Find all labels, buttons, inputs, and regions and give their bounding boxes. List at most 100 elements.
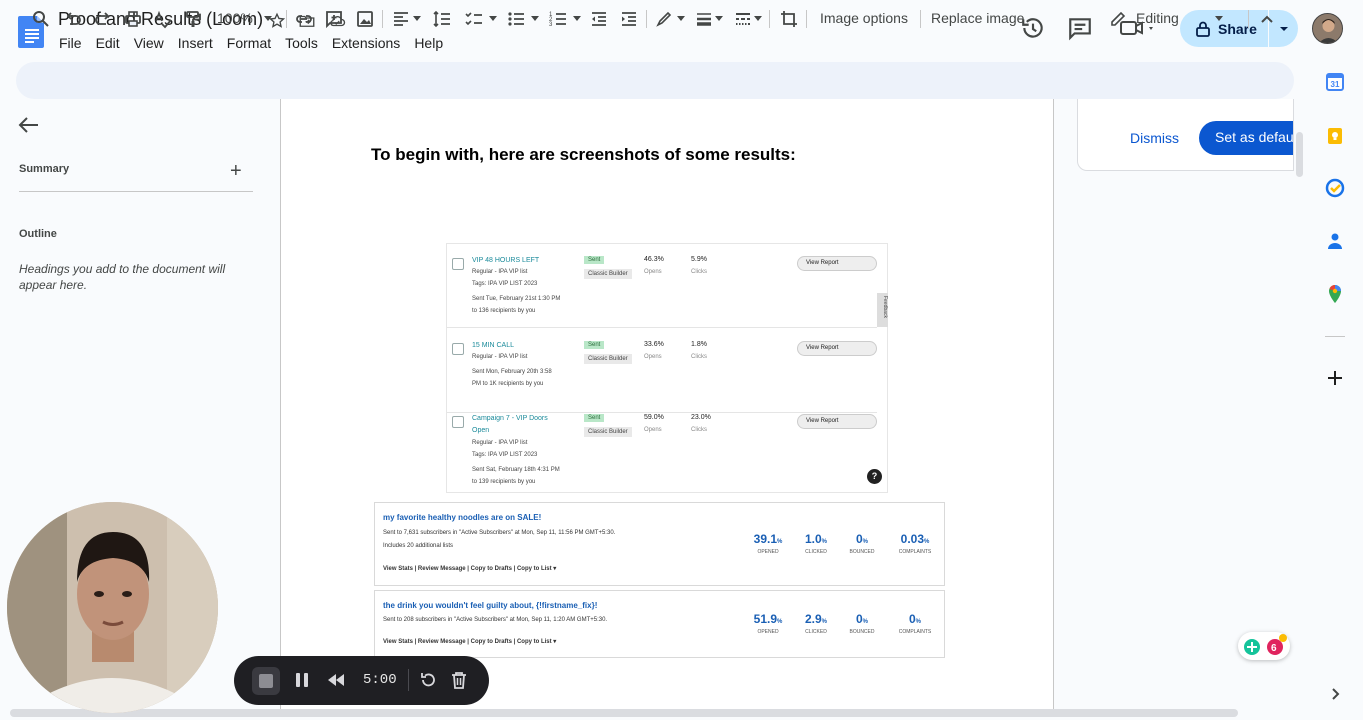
menu-tools[interactable]: Tools [278,33,325,53]
border-dash-icon[interactable] [733,9,753,29]
border-color-caret-icon [677,16,685,21]
increase-indent-icon[interactable] [619,9,639,29]
add-comment-icon[interactable] [324,9,344,29]
menu-format[interactable]: Format [220,33,278,53]
campaign-title: Campaign 7 - VIP Doors [472,415,548,422]
border-color-icon[interactable] [654,9,674,29]
default-style-card: Dismiss Set as default [1077,99,1294,171]
campaign-report-image[interactable]: VIP 48 HOURS LEFT Regular - IPA VIP list… [446,243,888,493]
set-as-default-button[interactable]: Set as default [1199,121,1293,155]
crop-icon[interactable] [779,9,799,29]
horizontal-scrollbar[interactable] [10,709,1238,717]
numbered-list-icon[interactable]: 123 [548,9,568,29]
mail-links: View Stats | Review Message | Copy to Dr… [383,639,557,645]
add-summary-icon[interactable]: + [230,160,242,183]
editing-mode-select[interactable]: Editing [1136,10,1179,26]
toolbar-divider [382,10,383,28]
campaign-title: VIP 48 HOURS LEFT [472,257,540,264]
checklist-icon[interactable] [464,9,484,29]
image-options-button[interactable]: Image options [820,10,908,26]
pause-icon[interactable] [293,671,311,689]
menu-extensions[interactable]: Extensions [325,33,407,53]
star-icon[interactable] [268,12,286,30]
outline-label: Outline [19,228,57,240]
line-spacing-icon[interactable] [432,9,452,29]
border-weight-icon[interactable] [694,9,714,29]
redo-icon[interactable] [93,9,113,29]
stat-complaints: 0.03% COMPLAINTS [890,532,940,555]
campaign-detail: to 136 recipients by you [472,308,536,314]
campaign-title: 15 MIN CALL [472,342,515,349]
document-heading[interactable]: To begin with, here are screenshots of s… [371,145,796,165]
webcam-bubble[interactable] [7,502,218,713]
delete-recording-icon[interactable] [450,670,468,690]
campaign-detail: Regular - IPA VIP list [472,440,528,446]
campaign-detail: Sent Mon, February 20th 3:58 [472,369,552,375]
campaign-title-line2: Open [472,427,490,434]
align-caret-icon [413,16,421,21]
replace-image-button[interactable]: Replace image [931,10,1024,26]
calendar-icon[interactable]: 31 [1325,72,1345,92]
contacts-icon[interactable] [1325,231,1345,251]
view-report-button: View Report [797,414,877,429]
stop-recording-icon[interactable] [252,667,280,695]
menu-help[interactable]: Help [407,33,450,53]
stat-clicked: 2.9% CLICKED [791,612,841,635]
undo-icon[interactable] [63,9,83,29]
toolbar-divider [920,10,921,28]
outline-hint: Headings you add to the document will ap… [19,262,226,292]
spellcheck-icon[interactable] [153,9,173,29]
paint-format-icon[interactable] [183,9,203,29]
zoom-select[interactable]: 100% [217,10,253,26]
svg-text:31: 31 [1331,80,1340,89]
stat-opened: 51.9% OPENED [743,612,793,635]
toolbar-divider [769,10,770,28]
status-badge: Sent [584,414,605,422]
view-report-button: View Report [797,341,877,356]
opens-label: Opens [644,354,662,360]
divider [19,191,253,192]
decrease-indent-icon[interactable] [589,9,609,29]
menu-insert[interactable]: Insert [171,33,220,53]
maps-icon[interactable] [1325,284,1345,304]
bulleted-list-icon[interactable] [506,9,526,29]
menu-edit[interactable]: Edit [89,33,127,53]
menu-file[interactable]: File [52,33,89,53]
side-scrollbar[interactable] [1296,132,1303,177]
campaign-detail: Tags: IPA VIP LIST 2023 [472,452,538,458]
search-menus-icon[interactable] [31,9,51,29]
comments-icon[interactable] [1067,15,1093,41]
avatar[interactable] [1312,13,1343,44]
campaign-row: VIP 48 HOURS LEFT Regular - IPA VIP list… [447,244,877,328]
share-button[interactable]: Share [1180,10,1268,47]
side-panel-rail [1306,62,1363,720]
toolbar-divider [806,10,807,28]
mail-stats-image[interactable]: the drink you wouldn't feel guilty about… [374,590,945,658]
stat-unit: % [862,539,869,545]
divider [408,669,409,691]
tasks-icon[interactable] [1325,178,1345,198]
print-icon[interactable] [123,9,143,29]
insert-link-icon[interactable] [294,9,314,29]
chevron-right-icon[interactable] [1325,684,1345,704]
insert-image-icon[interactable] [355,9,375,29]
restart-icon[interactable] [419,671,437,689]
assistant-badge[interactable]: 6 [1238,632,1290,660]
menu-view[interactable]: View [127,33,171,53]
opens-value: 46.3% [644,256,664,263]
numbered-caret-icon [573,16,581,21]
stat-value: 1.0 [804,532,822,546]
clicks-value: 1.8% [691,341,707,348]
chevron-up-icon[interactable] [1257,9,1277,29]
mail-stats-image[interactable]: my favorite healthy noodles are on SALE!… [374,502,945,586]
stat-value: 2.9 [804,612,822,626]
dismiss-button[interactable]: Dismiss [1130,130,1179,146]
get-addons-icon[interactable] [1325,368,1345,388]
rewind-icon[interactable] [326,671,346,689]
stat-label: BOUNCED [849,549,875,555]
align-left-icon[interactable] [391,9,411,29]
stat-unit: % [821,539,828,545]
toolbar-divider [286,10,287,28]
keep-icon[interactable] [1325,126,1345,146]
back-arrow-icon[interactable] [18,116,40,134]
